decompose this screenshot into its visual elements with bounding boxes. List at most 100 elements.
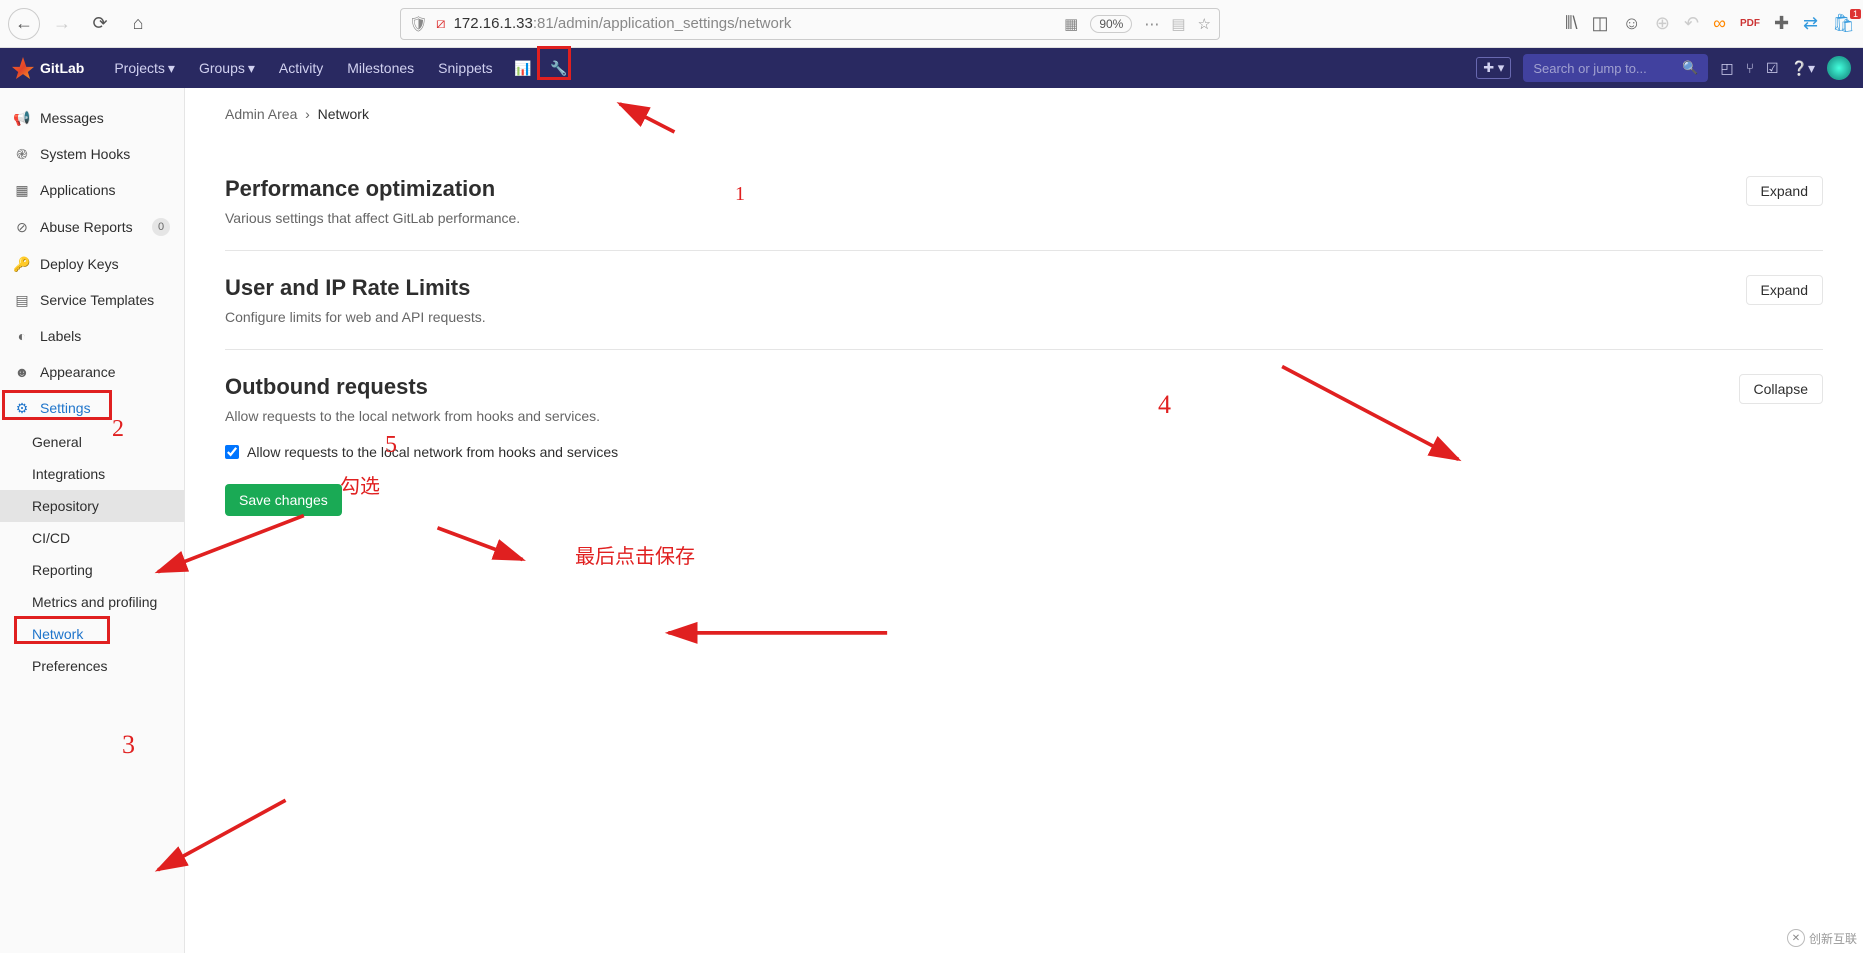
outbound-desc: Allow requests to the local network from… xyxy=(225,408,600,424)
sidebar-reporting[interactable]: Reporting xyxy=(0,554,184,586)
nav-activity[interactable]: Activity xyxy=(269,48,333,88)
gitlab-mark-icon xyxy=(12,57,34,79)
outbound-checkbox-label: Allow requests to the local network from… xyxy=(247,444,618,460)
sidebar-service-templates[interactable]: ▤Service Templates xyxy=(0,282,184,318)
sidebar-cicd[interactable]: CI/CD xyxy=(0,522,184,554)
search-input[interactable]: Search or jump to... 🔍 xyxy=(1523,54,1708,82)
breadcrumb-current: Network xyxy=(318,106,369,122)
chevron-down-icon: ▾ xyxy=(168,60,175,77)
sidebar-integrations[interactable]: Integrations xyxy=(0,458,184,490)
nav-projects[interactable]: Projects ▾ xyxy=(104,48,185,88)
top-navigation: GitLab Projects ▾ Groups ▾ Activity Mile… xyxy=(0,48,1863,88)
reader-icon[interactable]: ▤ xyxy=(1171,15,1185,33)
shopping-icon[interactable]: 🛍 xyxy=(1832,13,1855,34)
user-avatar[interactable] xyxy=(1827,56,1851,80)
search-placeholder: Search or jump to... xyxy=(1533,61,1646,76)
forward-button[interactable]: → xyxy=(46,8,78,40)
sidebar-labels[interactable]: ◐Labels xyxy=(0,318,184,354)
rate-title: User and IP Rate Limits xyxy=(225,275,486,301)
new-menu[interactable]: ✚ ▾ xyxy=(1476,57,1511,79)
section-performance: Performance optimization Various setting… xyxy=(225,152,1823,251)
labels-icon: ◐ xyxy=(14,328,30,344)
sidebar-metrics[interactable]: Metrics and profiling xyxy=(0,586,184,618)
ext1-icon[interactable]: ⊕ xyxy=(1655,13,1670,34)
merge-icon[interactable]: ⑂ xyxy=(1746,60,1754,76)
zoom-level[interactable]: 90% xyxy=(1090,15,1132,33)
sidebar-system-hooks[interactable]: ֎System Hooks xyxy=(0,136,184,172)
chart-icon[interactable]: 📊 xyxy=(507,48,539,88)
search-icon: 🔍 xyxy=(1682,60,1698,76)
library-icon[interactable]: ⫴\ xyxy=(1565,13,1578,34)
ban-icon: ⊘ xyxy=(14,219,30,235)
abuse-count-badge: 0 xyxy=(152,218,170,236)
watermark: ✕ 创新互联 xyxy=(1787,929,1857,947)
perf-title: Performance optimization xyxy=(225,176,520,202)
main-content: Admin Area › Network Performance optimiz… xyxy=(185,88,1863,953)
outbound-collapse-button[interactable]: Collapse xyxy=(1739,374,1823,404)
template-icon: ▤ xyxy=(14,292,30,308)
outbound-title: Outbound requests xyxy=(225,374,600,400)
watermark-text: 创新互联 xyxy=(1809,930,1857,947)
breadcrumb: Admin Area › Network xyxy=(225,106,1823,122)
qr-icon[interactable]: ▦ xyxy=(1064,15,1078,33)
section-outbound: Outbound requests Allow requests to the … xyxy=(225,350,1823,540)
chevron-down-icon: ▾ xyxy=(248,60,255,77)
sidebar-abuse-reports[interactable]: ⊘Abuse Reports0 xyxy=(0,208,184,246)
sidebar-general[interactable]: General xyxy=(0,426,184,458)
sidebar-applications[interactable]: ▦Applications xyxy=(0,172,184,208)
star-icon[interactable]: ☆ xyxy=(1198,15,1211,33)
perf-expand-button[interactable]: Expand xyxy=(1746,176,1823,206)
breadcrumb-admin[interactable]: Admin Area xyxy=(225,106,297,122)
sync-icon[interactable]: ⇄ xyxy=(1803,13,1818,34)
url-bar[interactable]: 🛡 ⧄ 172.16.1.33:81/admin/application_set… xyxy=(400,8,1220,40)
reload-button[interactable]: ⟳ xyxy=(84,8,116,40)
nav-snippets[interactable]: Snippets xyxy=(428,48,502,88)
browser-extensions: ⫴\ ◫ ☺ ⊕ ↶ ∞ PDF ✚ ⇄ 🛍 xyxy=(1565,13,1855,34)
ext-pdf-icon[interactable]: PDF xyxy=(1740,18,1760,29)
ext-infinity-icon[interactable]: ∞ xyxy=(1713,13,1726,34)
save-changes-button[interactable]: Save changes xyxy=(225,484,342,516)
perf-desc: Various settings that affect GitLab perf… xyxy=(225,210,520,226)
section-rate-limits: User and IP Rate Limits Configure limits… xyxy=(225,251,1823,350)
gitlab-logo[interactable]: GitLab xyxy=(12,57,84,79)
megaphone-icon: 📢 xyxy=(14,110,30,126)
todos-icon[interactable]: ☑ xyxy=(1766,60,1779,77)
outbound-checkbox[interactable] xyxy=(225,445,239,459)
nav-groups[interactable]: Groups ▾ xyxy=(189,48,265,88)
wrench-icon[interactable]: 🔧 xyxy=(543,48,575,88)
key-icon: 🔑 xyxy=(14,256,30,272)
gear-icon: ⚙ xyxy=(14,400,30,416)
url-path: :81/admin/application_settings/network xyxy=(533,15,792,32)
url-host: 172.16.1.33 xyxy=(454,15,533,32)
admin-sidebar: 📢Messages ֎System Hooks ▦Applications ⊘A… xyxy=(0,88,185,953)
sidebar-deploy-keys[interactable]: 🔑Deploy Keys xyxy=(0,246,184,282)
watermark-icon: ✕ xyxy=(1787,929,1805,947)
sidebar-settings[interactable]: ⚙Settings xyxy=(0,390,184,426)
brand-text: GitLab xyxy=(40,60,84,76)
back-button[interactable]: ← xyxy=(8,8,40,40)
rate-expand-button[interactable]: Expand xyxy=(1746,275,1823,305)
shield-icon: 🛡 xyxy=(409,15,428,33)
help-icon[interactable]: ❔▾ xyxy=(1791,60,1815,77)
issues-icon[interactable]: ◰ xyxy=(1720,60,1733,77)
sidebar-appearance[interactable]: ☻Appearance xyxy=(0,354,184,390)
sidebar-icon[interactable]: ◫ xyxy=(1592,13,1609,34)
sidebar-repository[interactable]: Repository xyxy=(0,490,184,522)
hook-icon: ֎ xyxy=(14,146,30,162)
puzzle-icon[interactable]: ✚ xyxy=(1774,13,1789,34)
outbound-checkbox-row[interactable]: Allow requests to the local network from… xyxy=(225,444,1823,460)
home-button[interactable]: ⌂ xyxy=(122,8,154,40)
sidebar-network[interactable]: Network xyxy=(0,618,184,650)
insecure-icon: ⧄ xyxy=(436,15,446,32)
anno-final: 最后点击保存 xyxy=(575,540,695,569)
browser-chrome: ← → ⟳ ⌂ 🛡 ⧄ 172.16.1.33:81/admin/applica… xyxy=(0,0,1863,48)
appearance-icon: ☻ xyxy=(14,364,30,380)
more-icon[interactable]: ⋯ xyxy=(1144,15,1159,33)
rate-desc: Configure limits for web and API request… xyxy=(225,309,486,325)
sidebar-messages[interactable]: 📢Messages xyxy=(0,100,184,136)
undo-icon[interactable]: ↶ xyxy=(1684,13,1699,34)
sidebar-preferences[interactable]: Preferences xyxy=(0,650,184,682)
account-icon[interactable]: ☺ xyxy=(1623,13,1641,34)
grid-icon: ▦ xyxy=(14,182,30,198)
nav-milestones[interactable]: Milestones xyxy=(337,48,424,88)
